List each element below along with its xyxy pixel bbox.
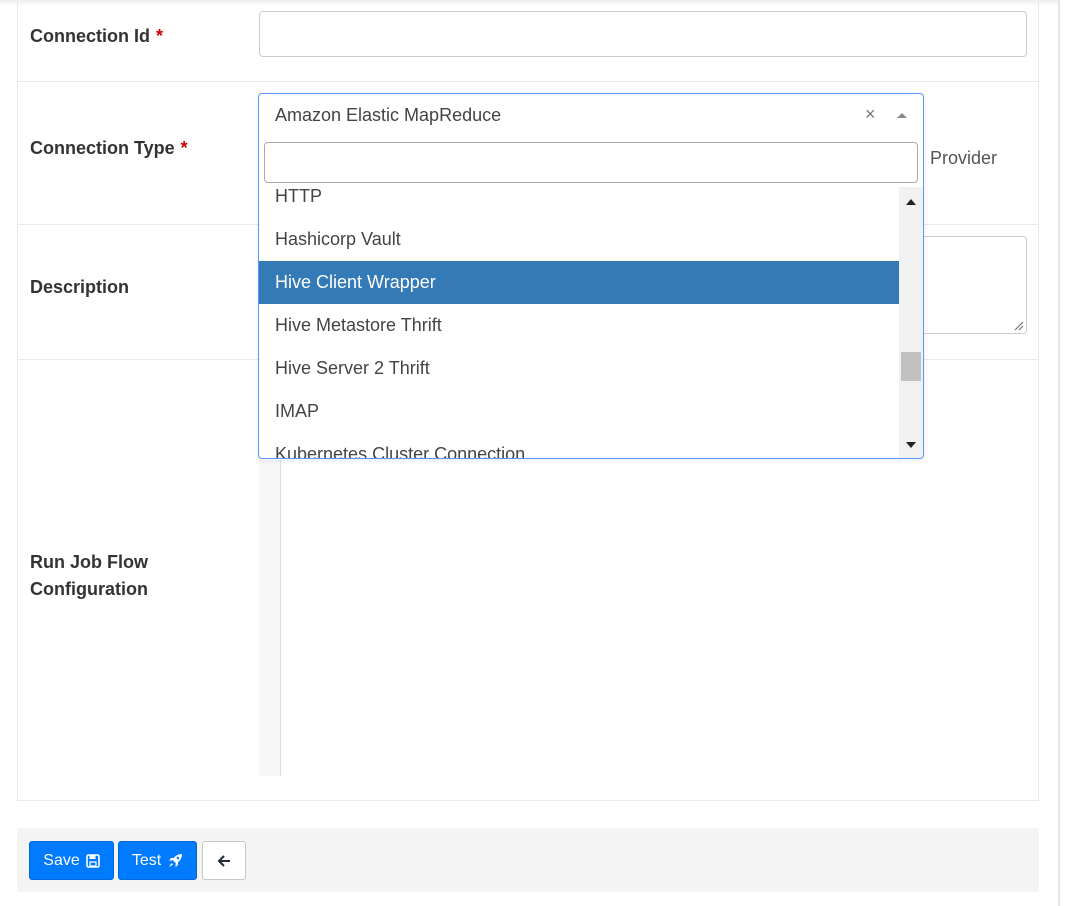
save-button[interactable]: Save [29, 841, 114, 880]
option-kubernetes-cluster-connection[interactable]: Kubernetes Cluster Connection [259, 433, 899, 458]
scroll-down-arrow-icon[interactable] [906, 442, 916, 448]
resize-grip-icon[interactable] [1014, 321, 1024, 331]
floppy-disk-icon [85, 853, 100, 868]
connection-id-label: Connection Id * [30, 26, 164, 46]
test-button[interactable]: Test [118, 841, 197, 880]
scroll-up-arrow-icon[interactable] [906, 199, 916, 205]
arrow-left-icon [217, 854, 230, 867]
test-button-label: Test [131, 851, 162, 869]
chevron-up-icon[interactable] [897, 113, 907, 118]
run-job-flow-label-line1: Run Job Flow [30, 552, 148, 572]
connection-id-row: Connection Id * [18, 0, 1038, 82]
dropdown-search-input[interactable] [264, 142, 918, 183]
save-button-label: Save [43, 851, 80, 869]
dropdown-scrollbar[interactable] [899, 187, 923, 458]
options-list: HTTP Hashicorp Vault Hive Client Wrapper… [259, 187, 899, 458]
selected-value[interactable]: Amazon Elastic MapReduce [275, 105, 501, 126]
connection-type-label: Connection Type * [30, 138, 188, 158]
option-http[interactable]: HTTP [259, 187, 899, 218]
run-job-flow-label: Run Job Flow Configuration [30, 549, 148, 603]
description-label: Description [30, 277, 130, 297]
required-mark: * [156, 26, 164, 46]
connection-id-input[interactable] [259, 11, 1027, 57]
form-actions-bar: Save Test [17, 828, 1039, 892]
page-scrollbar-edge [1058, 0, 1060, 906]
connection-type-select[interactable]: Amazon Elastic MapReduce × HTTP Hashicor… [258, 93, 924, 459]
code-editor-gutter[interactable] [259, 460, 281, 776]
option-imap[interactable]: IMAP [259, 390, 899, 433]
back-button[interactable] [202, 841, 246, 880]
option-hive-server-2-thrift[interactable]: Hive Server 2 Thrift [259, 347, 899, 390]
clear-icon[interactable]: × [865, 104, 876, 125]
scrollbar-thumb[interactable] [901, 352, 921, 381]
option-hashicorp-vault[interactable]: Hashicorp Vault [259, 218, 899, 261]
option-hive-metastore-thrift[interactable]: Hive Metastore Thrift [259, 304, 899, 347]
rocket-icon [169, 853, 183, 867]
provider-text: Provider [930, 148, 998, 168]
run-job-flow-label-line2: Configuration [30, 579, 148, 599]
option-hive-client-wrapper[interactable]: Hive Client Wrapper [259, 261, 899, 304]
required-mark: * [180, 138, 188, 158]
